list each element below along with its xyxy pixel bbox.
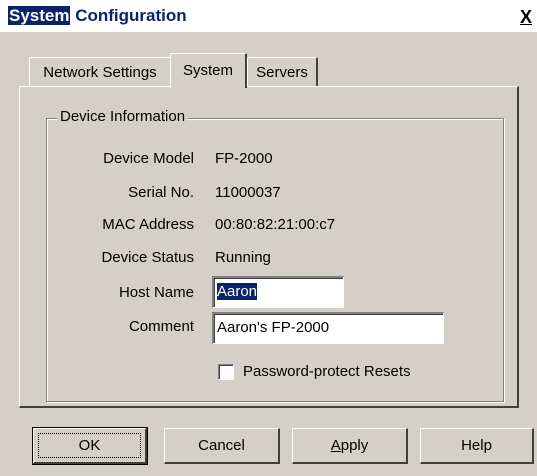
comment-label: Comment (128, 318, 194, 335)
apply-mnemonic: A (330, 437, 341, 454)
help-button[interactable]: Help (420, 428, 534, 464)
device-model-value: FP-2000 (215, 150, 273, 167)
host-name-input[interactable]: Aaron (212, 276, 344, 308)
host-name-value: Aaron (217, 283, 258, 300)
serial-no-value: 11000037 (215, 184, 281, 201)
window-title-highlight: System (8, 6, 71, 25)
password-protect-checkbox[interactable] (218, 364, 234, 380)
host-name-label: Host Name (118, 284, 194, 301)
close-button[interactable]: X (515, 6, 537, 28)
window-title-rest: Configuration (70, 6, 187, 25)
window-title: System Configuration (8, 6, 187, 26)
serial-no-label: Serial No. (128, 184, 194, 201)
cancel-button[interactable]: Cancel (164, 428, 280, 464)
apply-button[interactable]: Apply (292, 428, 408, 464)
device-status-value: Running (215, 249, 271, 266)
device-status-label: Device Status (101, 249, 194, 266)
cancel-label: Cancel (198, 437, 245, 454)
tab-network-settings-label: Network Settings (43, 64, 157, 81)
comment-input[interactable]: Aaron's FP-2000 (212, 312, 444, 344)
ok-button[interactable]: OK (32, 427, 148, 465)
ok-label: OK (78, 437, 101, 454)
tab-servers[interactable]: Servers (247, 57, 318, 87)
device-model-label: Device Model (103, 150, 194, 167)
tab-system-label: System (182, 62, 233, 79)
mac-address-label: MAC Address (102, 216, 194, 233)
apply-label: Apply (331, 437, 369, 454)
tab-system[interactable]: System (170, 53, 247, 88)
comment-value: Aaron's FP-2000 (217, 319, 330, 336)
help-label: Help (461, 437, 492, 454)
mac-address-value: 00:80:82:21:00:c7 (215, 216, 336, 233)
close-icon: X (519, 7, 532, 27)
apply-label-rest: pply (340, 437, 369, 454)
password-protect-label[interactable]: Password-protect Resets (243, 363, 411, 380)
device-information-legend: Device Information (57, 108, 189, 125)
tab-network-settings[interactable]: Network Settings (29, 57, 172, 87)
tab-servers-label: Servers (256, 64, 308, 81)
